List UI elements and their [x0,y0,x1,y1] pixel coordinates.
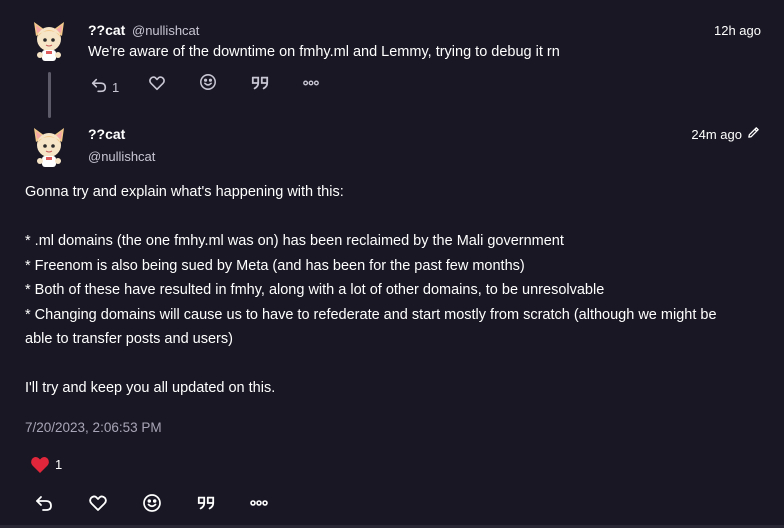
reply-count: 1 [112,80,120,95]
status-text: We're aware of the downtime on fmhy.ml a… [88,44,560,60]
reply-button[interactable] [34,493,54,513]
more-icon [249,495,269,511]
heart-icon [88,493,108,513]
quote-button[interactable] [195,494,217,512]
reply-icon [34,493,54,513]
relative-time[interactable]: 12h ago [714,23,761,38]
content-line: I'll try and keep you all updated on thi… [25,380,276,396]
content-line: * Changing domains will cause us to have… [25,306,717,323]
quote-button[interactable] [250,74,270,92]
heart-icon [30,455,50,474]
emoji-reaction-button[interactable] [199,73,217,91]
user-handle[interactable]: @nullishcat [88,149,155,164]
content-line: * Both of these have resulted in fmhy, a… [25,282,605,298]
display-name[interactable]: ??cat [88,126,125,142]
reply-button[interactable]: 1 [90,74,119,95]
favourite-button[interactable] [148,74,166,92]
status-content: Gonna try and explain what's happening w… [25,180,717,401]
content-line [25,352,717,377]
quote-icon [195,494,217,512]
display-name[interactable]: ??cat [88,22,125,38]
status-content: We're aware of the downtime on fmhy.ml a… [88,40,560,65]
content-line: * Freenom is also being sued by Meta (an… [25,257,525,274]
emoji-reaction-button[interactable] [142,493,162,513]
avatar[interactable] [26,18,72,64]
more-button[interactable] [249,495,269,511]
post-datetime[interactable]: 7/20/2023, 2:06:53 PM [25,420,162,435]
more-icon [302,75,320,91]
more-button[interactable] [302,75,320,91]
thread-line [48,72,51,118]
edit-pencil-icon[interactable] [747,126,760,144]
reaction-heart[interactable]: 1 [30,455,62,474]
reply-icon [90,76,108,94]
reaction-count: 1 [55,457,63,472]
content-line [25,205,717,230]
content-line: Gonna try and explain what's happening w… [25,184,344,200]
heart-icon [148,74,166,92]
emoji-icon [199,73,217,91]
content-line: * .ml domains (the one fmhy.ml was on) h… [25,233,564,249]
user-handle[interactable]: @nullishcat [132,23,199,38]
content-line: able to transfer posts and users) [25,331,233,347]
favourite-button[interactable] [88,493,108,513]
quote-icon [250,74,270,92]
emoji-icon [142,493,162,513]
avatar[interactable] [26,124,72,170]
relative-time[interactable]: 24m ago [691,127,742,142]
